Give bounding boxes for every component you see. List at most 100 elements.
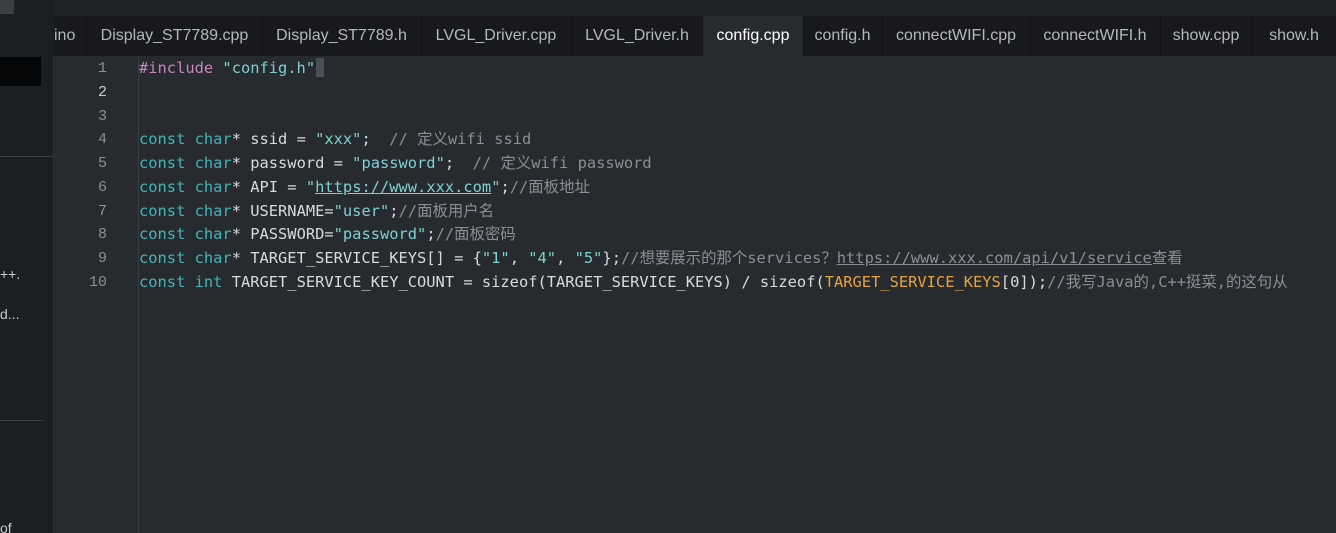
code-token: ; (389, 202, 399, 220)
code-text: const char* ssid = "xxx"; // 定义wifi ssid (139, 128, 531, 151)
code-comment: //想要展示的那个services？ (620, 249, 837, 267)
code-text: const int TARGET_SERVICE_KEY_COUNT = siz… (139, 271, 1288, 294)
tab-ino[interactable]: ino (54, 16, 87, 56)
code-line: 3 (54, 105, 1336, 128)
keyword: char (194, 249, 232, 267)
sidebar-text-fragment: d... (0, 306, 20, 322)
line-number: 7 (97, 203, 107, 220)
code-comment: //面板密码 (435, 225, 516, 243)
preprocessor-directive: #include (139, 59, 214, 77)
highlighted-identifier: TARGET_SERVICE_KEYS (824, 273, 1001, 291)
tab-config-h[interactable]: config.h (803, 16, 883, 56)
tab-config-cpp[interactable]: config.cpp (703, 16, 804, 56)
line-number: 8 (97, 226, 107, 243)
line-number: 5 (97, 155, 107, 172)
text-cursor (316, 58, 325, 77)
code-token: TARGET_SERVICE_KEY_COUNT = sizeof(TARGET… (222, 273, 825, 291)
tab-connectwifi-h[interactable]: connectWIFI.h (1030, 16, 1161, 56)
code-token: ); (1028, 273, 1048, 291)
keyword: const (139, 154, 186, 172)
code-editor[interactable]: 1 #include "config.h" 2 3 4 const char* … (54, 56, 1336, 533)
editor-tab-bar: ino Display_ST7789.cpp Display_ST7789.h … (54, 16, 1336, 56)
code-line: 2 (54, 81, 1336, 104)
comment-url-link[interactable]: https://www.xxx.com/api/v1/service (837, 249, 1152, 267)
code-text: const char* API = "https://www.xxx.com";… (139, 176, 590, 199)
keyword: char (194, 154, 232, 172)
code-token: [0] (1000, 273, 1029, 291)
tab-display-st7789-h[interactable]: Display_ST7789.h (262, 16, 422, 56)
code-comment: //面板地址 (509, 178, 590, 196)
code-token: }; (602, 249, 621, 267)
code-text: const char* USERNAME="user";//面板用户名 (139, 200, 494, 223)
keyword: char (194, 178, 232, 196)
code-token: * ssid = (231, 130, 316, 148)
string-literal: "user" (333, 202, 390, 220)
code-token: * PASSWORD= (231, 225, 334, 243)
code-token: ; (444, 154, 473, 172)
line-number: 2 (97, 84, 107, 101)
code-text: const char* password = "password"; // 定义… (139, 152, 652, 175)
tab-show-h[interactable]: show.h (1252, 16, 1336, 56)
string-literal: "password" (333, 225, 427, 243)
line-number: 10 (88, 274, 107, 291)
code-comment: // 定义wifi ssid (389, 130, 532, 148)
code-comment: //面板用户名 (398, 202, 495, 220)
code-line: 10 const int TARGET_SERVICE_KEY_COUNT = … (54, 271, 1336, 294)
tab-connectwifi-cpp[interactable]: connectWIFI.cpp (882, 16, 1031, 56)
sidebar-text-fragment: of (0, 520, 12, 533)
code-token: ; (500, 178, 510, 196)
sidebar-text-fragment: ++. (0, 266, 21, 282)
code-token: , (556, 249, 575, 267)
code-comment: // 定义wifi password (472, 154, 652, 172)
tab-display-st7789-cpp[interactable]: Display_ST7789.cpp (87, 16, 263, 56)
keyword: char (194, 130, 232, 148)
code-comment: //我写Java的,C++挺菜,的这句从 (1047, 273, 1288, 291)
code-token: * USERNAME= (231, 202, 334, 220)
tab-lvgl-driver-cpp[interactable]: LVGL_Driver.cpp (421, 16, 572, 56)
string-literal: "xxx" (315, 130, 362, 148)
keyword: const (139, 130, 186, 148)
sidebar-input-field[interactable] (0, 57, 41, 86)
left-sidebar: ++. d... of (0, 0, 54, 533)
line-number: 1 (97, 60, 107, 77)
keyword: const (139, 202, 186, 220)
code-line: 9 const char* TARGET_SERVICE_KEYS[] = {"… (54, 247, 1336, 270)
keyword: int (194, 273, 223, 291)
code-text: const char* PASSWORD="password";//面板密码 (139, 223, 516, 246)
url-link[interactable]: https://www.xxx.com (315, 178, 491, 196)
code-token: * TARGET_SERVICE_KEYS[] = { (231, 249, 482, 267)
keyword: const (139, 249, 186, 267)
code-token: , (509, 249, 529, 267)
sidebar-top-block (0, 0, 14, 14)
string-literal: "password" (352, 154, 445, 172)
keyword: const (139, 178, 186, 196)
keyword: const (139, 273, 186, 291)
keyword: char (194, 202, 232, 220)
window-top-strip (54, 0, 1336, 16)
code-text: const char* TARGET_SERVICE_KEYS[] = {"1"… (139, 247, 1183, 270)
sidebar-divider (0, 420, 44, 421)
code-comment: 查看 (1151, 249, 1183, 267)
string-literal: "4" (528, 249, 557, 267)
string-literal: "5" (574, 249, 603, 267)
tab-show-cpp[interactable]: show.cpp (1160, 16, 1253, 56)
code-text: #include "config.h" (139, 57, 325, 80)
line-number: 6 (97, 179, 107, 196)
tab-lvgl-driver-h[interactable]: LVGL_Driver.h (571, 16, 704, 56)
string-literal: "1" (481, 249, 510, 267)
sidebar-divider (0, 156, 54, 157)
string-literal: "config.h" (222, 59, 316, 77)
code-line: 4 const char* ssid = "xxx"; // 定义wifi ss… (54, 128, 1336, 151)
string-quote: " (305, 178, 316, 196)
line-number: 9 (97, 250, 107, 267)
code-token: ; (426, 225, 436, 243)
code-line: 7 const char* USERNAME="user";//面板用户名 (54, 200, 1336, 223)
code-line: 6 const char* API = "https://www.xxx.com… (54, 176, 1336, 199)
